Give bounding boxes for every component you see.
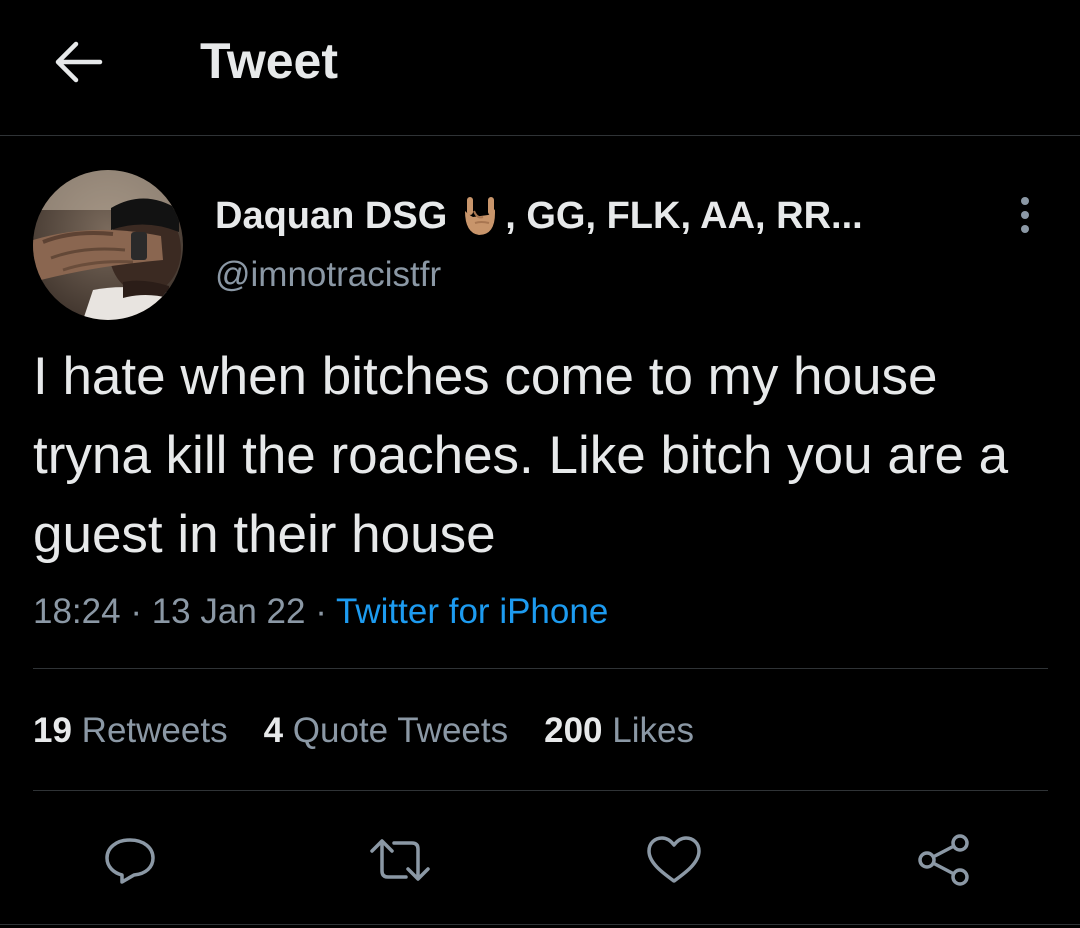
meta-separator: ·: [130, 592, 142, 631]
tweet-text: I hate when bitches come to my house try…: [33, 347, 1009, 564]
reply-button[interactable]: [98, 830, 162, 890]
author-display-name[interactable]: Daquan DSG , GG, FLK, AA, RR...: [215, 192, 863, 240]
engagement-stats: 19 Retweets 4 Quote Tweets 200 Likes: [33, 706, 730, 756]
retweet-button[interactable]: [368, 830, 432, 890]
reply-icon: [105, 838, 155, 884]
tweet-date: 13 Jan 22: [151, 592, 306, 631]
author-handle[interactable]: @imnotracistfr: [215, 252, 441, 298]
retweet-icon: [370, 839, 430, 881]
tweet-source-link[interactable]: Twitter for iPhone: [336, 592, 608, 631]
author-name-suffix: , GG, FLK, AA, RR...: [505, 195, 863, 237]
share-icon: [918, 834, 969, 886]
quote-tweets-stat[interactable]: 4 Quote Tweets: [264, 706, 509, 756]
author-name: Daquan DSG: [215, 195, 448, 237]
retweets-count: 19: [33, 711, 72, 750]
avatar[interactable]: [33, 170, 183, 320]
like-button[interactable]: [642, 830, 706, 890]
arrow-left-icon: [55, 41, 103, 83]
likes-stat[interactable]: 200 Likes: [544, 706, 694, 756]
quotes-label: Quote Tweets: [292, 711, 509, 750]
likes-label: Likes: [612, 711, 694, 750]
retweets-stat[interactable]: 19 Retweets: [33, 706, 228, 756]
divider: [0, 924, 1080, 925]
top-bar: Tweet: [0, 0, 1080, 136]
sign-of-horns-icon: [465, 197, 496, 235]
tweet-meta: 18:24 · 13 Jan 22 · Twitter for iPhone: [33, 588, 608, 636]
retweets-label: Retweets: [81, 711, 228, 750]
divider: [33, 790, 1048, 791]
more-options-button[interactable]: [1008, 192, 1042, 238]
share-button[interactable]: [912, 830, 976, 890]
page-title: Tweet: [200, 33, 338, 89]
quotes-count: 4: [263, 711, 284, 750]
more-vertical-icon: [1021, 197, 1029, 233]
likes-count: 200: [544, 711, 603, 750]
tweet-time: 18:24: [33, 592, 121, 631]
meta-separator: ·: [315, 592, 327, 631]
heart-icon: [647, 836, 701, 883]
divider: [33, 668, 1048, 669]
back-button[interactable]: [50, 36, 106, 88]
